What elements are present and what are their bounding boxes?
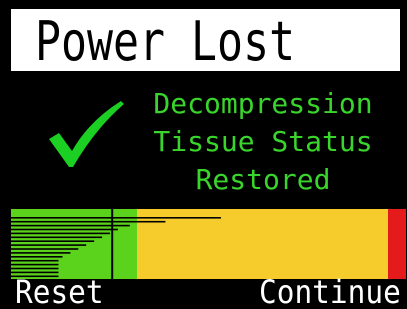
checkmark-icon (49, 101, 124, 167)
compartment-bar (11, 267, 59, 270)
title-bar: Power Lost (11, 9, 400, 73)
checkmark-stroke (49, 101, 124, 167)
tissue-compartment-bars (11, 209, 221, 279)
compartment-bar (11, 217, 221, 219)
compartment-bar (11, 252, 71, 254)
reset-button[interactable]: Reset (15, 275, 104, 308)
message-line: Restored (195, 163, 331, 196)
message-line: Tissue Status (153, 125, 373, 158)
compartment-bar (11, 228, 118, 231)
compartment-bar (11, 220, 166, 223)
continue-button[interactable]: Continue (259, 275, 401, 308)
compartment-bar (11, 240, 95, 242)
dive-computer-screen: Power Lost Decompression Tissue Status R… (0, 0, 407, 309)
compartment-bar (11, 232, 110, 235)
tissue-loading-bar (11, 209, 406, 279)
message-line: Decompression (153, 87, 373, 120)
compartment-bar (11, 236, 103, 239)
ceiling-marker (111, 209, 114, 279)
compartment-bar (11, 244, 87, 246)
compartment-bar (11, 256, 63, 258)
compartment-bar (11, 263, 59, 266)
compartment-bar (11, 248, 79, 250)
compartment-bar (11, 259, 59, 262)
page-title: Power Lost (35, 10, 296, 73)
status-message: Decompression Tissue Status Restored (137, 85, 389, 199)
